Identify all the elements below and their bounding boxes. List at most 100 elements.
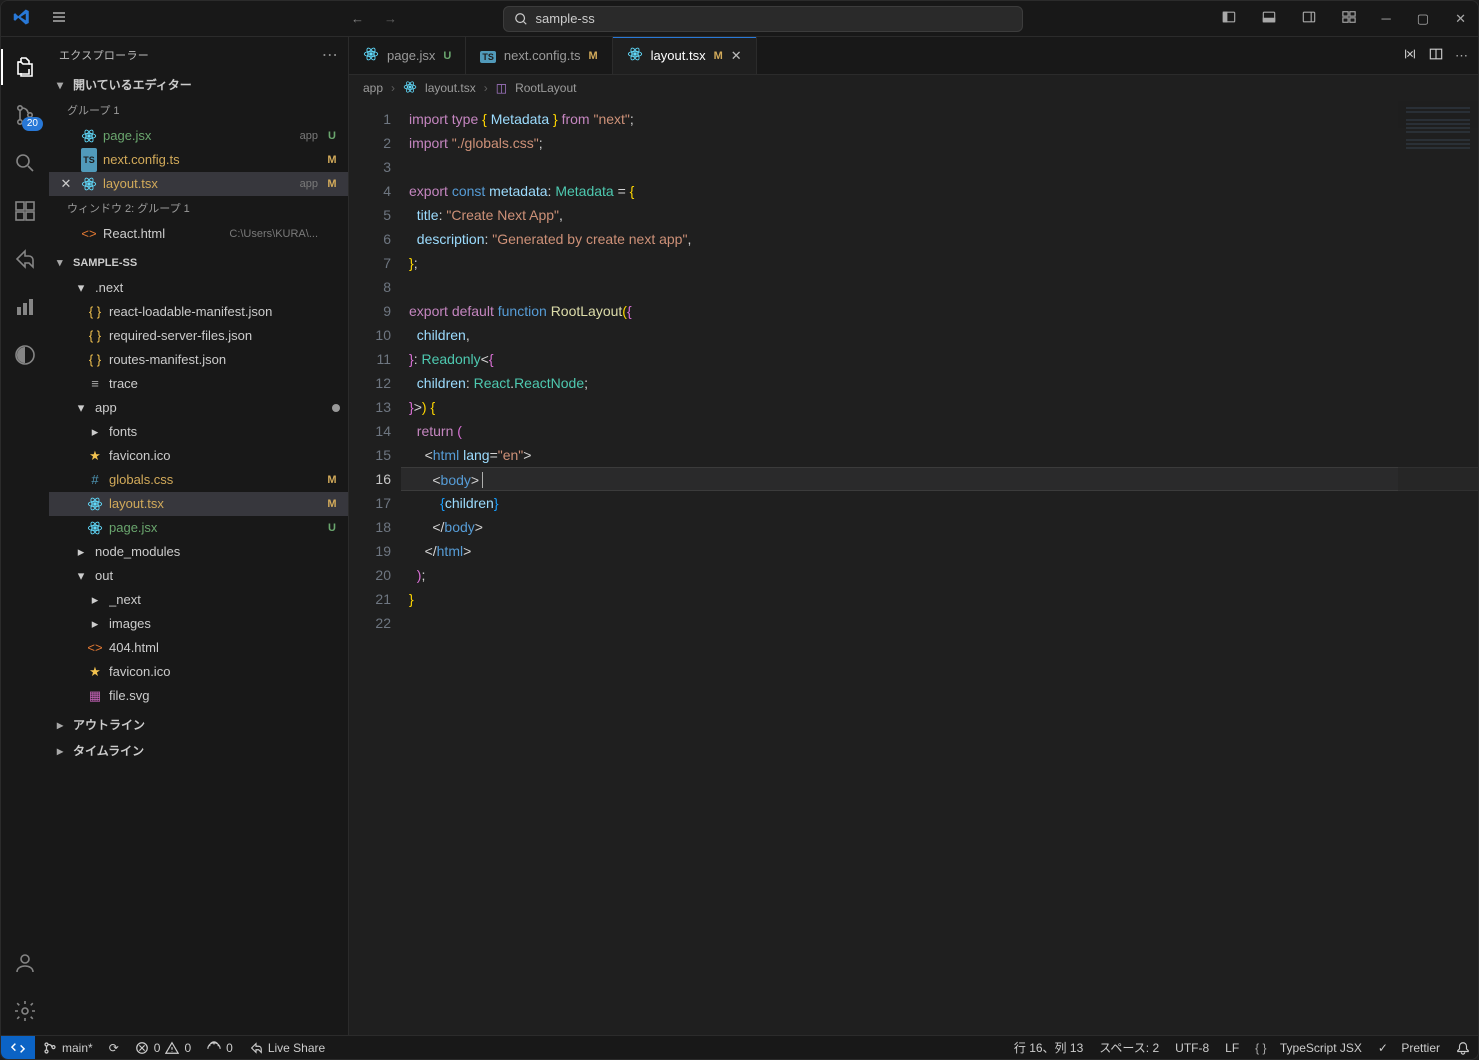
code-line[interactable]: import type { Metadata } from "next"; <box>401 107 1478 131</box>
code-line[interactable]: description: "Generated by create next a… <box>401 227 1478 251</box>
file-item[interactable]: ▦file.svg <box>49 684 348 708</box>
code-line[interactable]: children: React.ReactNode; <box>401 371 1478 395</box>
project-header[interactable]: ▾SAMPLE-SS <box>49 250 348 276</box>
breadcrumb-item[interactable]: layout.tsx <box>425 81 476 95</box>
open-editor-item[interactable]: ✕layout.tsxappM <box>49 172 348 196</box>
activity-explorer[interactable] <box>1 43 49 91</box>
activity-search[interactable] <box>1 139 49 187</box>
code-line[interactable]: <html lang="en"> <box>401 443 1478 467</box>
file-item[interactable]: ★favicon.ico <box>49 660 348 684</box>
code-line[interactable]: </body> <box>401 515 1478 539</box>
folder-item[interactable]: ▸_next <box>49 588 348 612</box>
indent-status[interactable]: スペース: 2 <box>1091 1036 1167 1059</box>
code-line[interactable]: export const metadata: Metadata = { <box>401 179 1478 203</box>
remote-button[interactable] <box>1 1036 35 1059</box>
breadcrumb-item[interactable]: RootLayout <box>515 81 576 95</box>
file-item[interactable]: { }routes-manifest.json <box>49 348 348 372</box>
file-item[interactable]: <>404.html <box>49 636 348 660</box>
code-line[interactable] <box>401 155 1478 179</box>
activity-kite[interactable] <box>1 331 49 379</box>
code-line[interactable]: {children} <box>401 491 1478 515</box>
code-line[interactable] <box>401 275 1478 299</box>
problems-status[interactable]: 0 0 <box>127 1036 199 1059</box>
file-item[interactable]: { }required-server-files.json <box>49 324 348 348</box>
react-icon <box>363 46 379 65</box>
editor-tab[interactable]: layout.tsxM✕ <box>613 37 757 74</box>
folder-item[interactable]: ▸images <box>49 612 348 636</box>
html-icon: <> <box>87 640 103 656</box>
folder-item[interactable]: ▸fonts <box>49 420 348 444</box>
file-item[interactable]: page.jsxU <box>49 516 348 540</box>
open-editor-item[interactable]: <>React.htmlC:\Users\KURA\... <box>49 222 348 246</box>
code-line[interactable]: }; <box>401 251 1478 275</box>
folder-item[interactable]: ▸node_modules <box>49 540 348 564</box>
liveshare-status[interactable]: Live Share <box>241 1036 333 1059</box>
window-maximize-button[interactable]: ▢ <box>1409 7 1437 31</box>
code-line[interactable]: children, <box>401 323 1478 347</box>
file-item[interactable]: #globals.cssM <box>49 468 348 492</box>
file-item[interactable]: ≡trace <box>49 372 348 396</box>
react-icon <box>403 80 417 97</box>
code-line[interactable]: }>) { <box>401 395 1478 419</box>
code-line[interactable]: ); <box>401 563 1478 587</box>
open-editor-item[interactable]: page.jsxappU <box>49 124 348 148</box>
more-actions-button[interactable]: ⋯ <box>1455 48 1468 64</box>
activity-source-control[interactable]: 20 <box>1 91 49 139</box>
open-editor-item[interactable]: TSnext.config.tsM <box>49 148 348 172</box>
layout-custom-icon[interactable] <box>1334 6 1364 31</box>
sync-status[interactable]: ⟳ <box>101 1036 127 1059</box>
nav-back-button[interactable]: ← <box>343 9 372 28</box>
activity-account[interactable] <box>1 939 49 987</box>
activity-liveshare[interactable] <box>1 235 49 283</box>
sidebar-more-button[interactable]: ⋯ <box>322 45 338 65</box>
eol-status[interactable]: LF <box>1217 1036 1247 1059</box>
code-line[interactable]: </html> <box>401 539 1478 563</box>
window-minimize-button[interactable]: ─ <box>1374 7 1399 30</box>
breadcrumb-item[interactable]: app <box>363 81 383 95</box>
layout-bottom-icon[interactable] <box>1254 6 1284 31</box>
branch-status[interactable]: main* <box>35 1036 101 1059</box>
symbol-icon: ◫ <box>496 81 507 95</box>
close-tab-button[interactable]: ✕ <box>731 48 742 64</box>
code-line[interactable] <box>401 611 1478 635</box>
command-center-search[interactable]: sample-ss <box>503 6 1023 32</box>
ports-status[interactable]: 0 <box>199 1036 241 1059</box>
code-line[interactable]: } <box>401 587 1478 611</box>
file-item[interactable]: ★favicon.ico <box>49 444 348 468</box>
activity-extensions[interactable] <box>1 187 49 235</box>
language-status[interactable]: { } TypeScript JSX <box>1247 1036 1370 1059</box>
chevron-icon: ▸ <box>87 616 103 632</box>
code-line[interactable]: export default function RootLayout({ <box>401 299 1478 323</box>
activity-graph[interactable] <box>1 283 49 331</box>
layout-left-icon[interactable] <box>1214 6 1244 31</box>
ts-icon: TS <box>480 48 496 63</box>
folder-item[interactable]: ▾app <box>49 396 348 420</box>
window-close-button[interactable]: ✕ <box>1447 7 1474 31</box>
prettier-status[interactable]: ✓ Prettier <box>1370 1036 1448 1059</box>
chevron-icon: ▾ <box>73 400 89 416</box>
code-line[interactable]: title: "Create Next App", <box>401 203 1478 227</box>
compare-changes-button[interactable] <box>1403 47 1417 64</box>
menu-button[interactable] <box>43 5 75 32</box>
outline-header[interactable]: ▸アウトライン <box>49 712 348 738</box>
editor-tab[interactable]: TSnext.config.tsM <box>466 37 612 74</box>
activity-settings[interactable] <box>1 987 49 1035</box>
code-line[interactable]: }: Readonly<{ <box>401 347 1478 371</box>
layout-right-icon[interactable] <box>1294 6 1324 31</box>
file-item[interactable]: { }react-loadable-manifest.json <box>49 300 348 324</box>
split-editor-button[interactable] <box>1429 47 1443 64</box>
code-line[interactable]: return ( <box>401 419 1478 443</box>
encoding-status[interactable]: UTF-8 <box>1167 1036 1217 1059</box>
timeline-header[interactable]: ▸タイムライン <box>49 738 348 764</box>
minimap[interactable] <box>1398 101 1478 1035</box>
code-line[interactable]: import "./globals.css"; <box>401 131 1478 155</box>
notifications-button[interactable] <box>1448 1036 1478 1059</box>
folder-item[interactable]: ▾out <box>49 564 348 588</box>
code-line[interactable]: <body> <box>401 467 1478 491</box>
nav-forward-button[interactable]: → <box>376 9 405 28</box>
folder-item[interactable]: ▾.next <box>49 276 348 300</box>
cursor-position[interactable]: 行 16、列 13 <box>1006 1036 1091 1059</box>
file-item[interactable]: layout.tsxM <box>49 492 348 516</box>
open-editors-header[interactable]: ▾開いているエディター <box>49 72 348 98</box>
editor-tab[interactable]: page.jsxU <box>349 37 466 74</box>
